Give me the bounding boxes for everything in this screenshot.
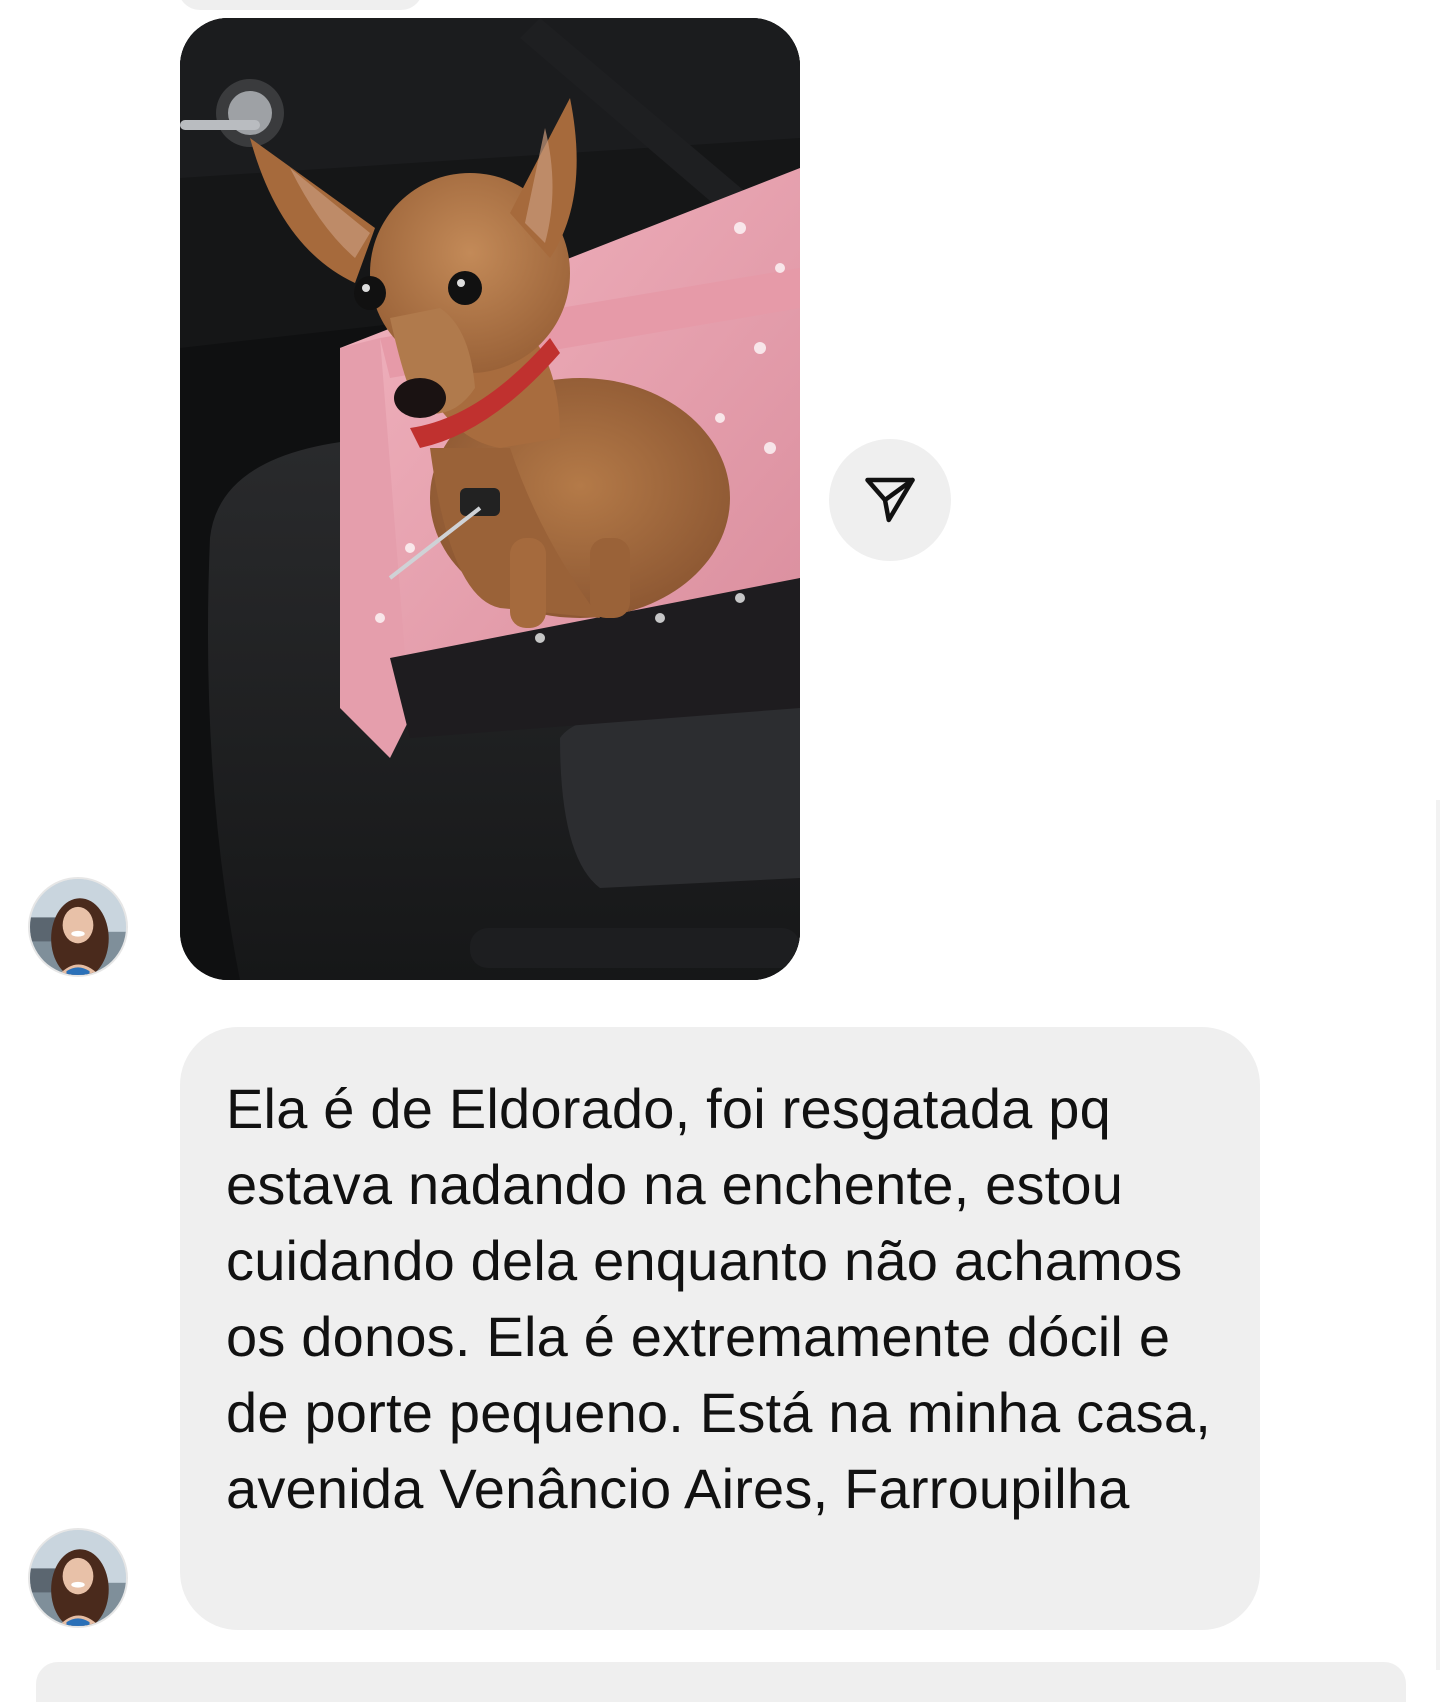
image-message[interactable] xyxy=(180,18,800,980)
text-message-bubble[interactable]: Ela é de Eldorado, foi resgatada pq esta… xyxy=(180,1027,1260,1630)
avatar-photo xyxy=(30,879,126,975)
message-text: Ela é de Eldorado, foi resgatada pq esta… xyxy=(226,1077,1211,1520)
avatar[interactable] xyxy=(28,877,128,977)
avatar-photo xyxy=(30,1530,126,1626)
next-message-bubble xyxy=(36,1662,1406,1702)
paper-plane-icon xyxy=(865,477,915,523)
dog-photo xyxy=(180,18,800,980)
avatar[interactable] xyxy=(28,1528,128,1628)
share-button[interactable] xyxy=(829,439,951,561)
previous-message-bubble xyxy=(178,0,423,10)
scrollbar-track[interactable] xyxy=(1436,800,1440,1670)
